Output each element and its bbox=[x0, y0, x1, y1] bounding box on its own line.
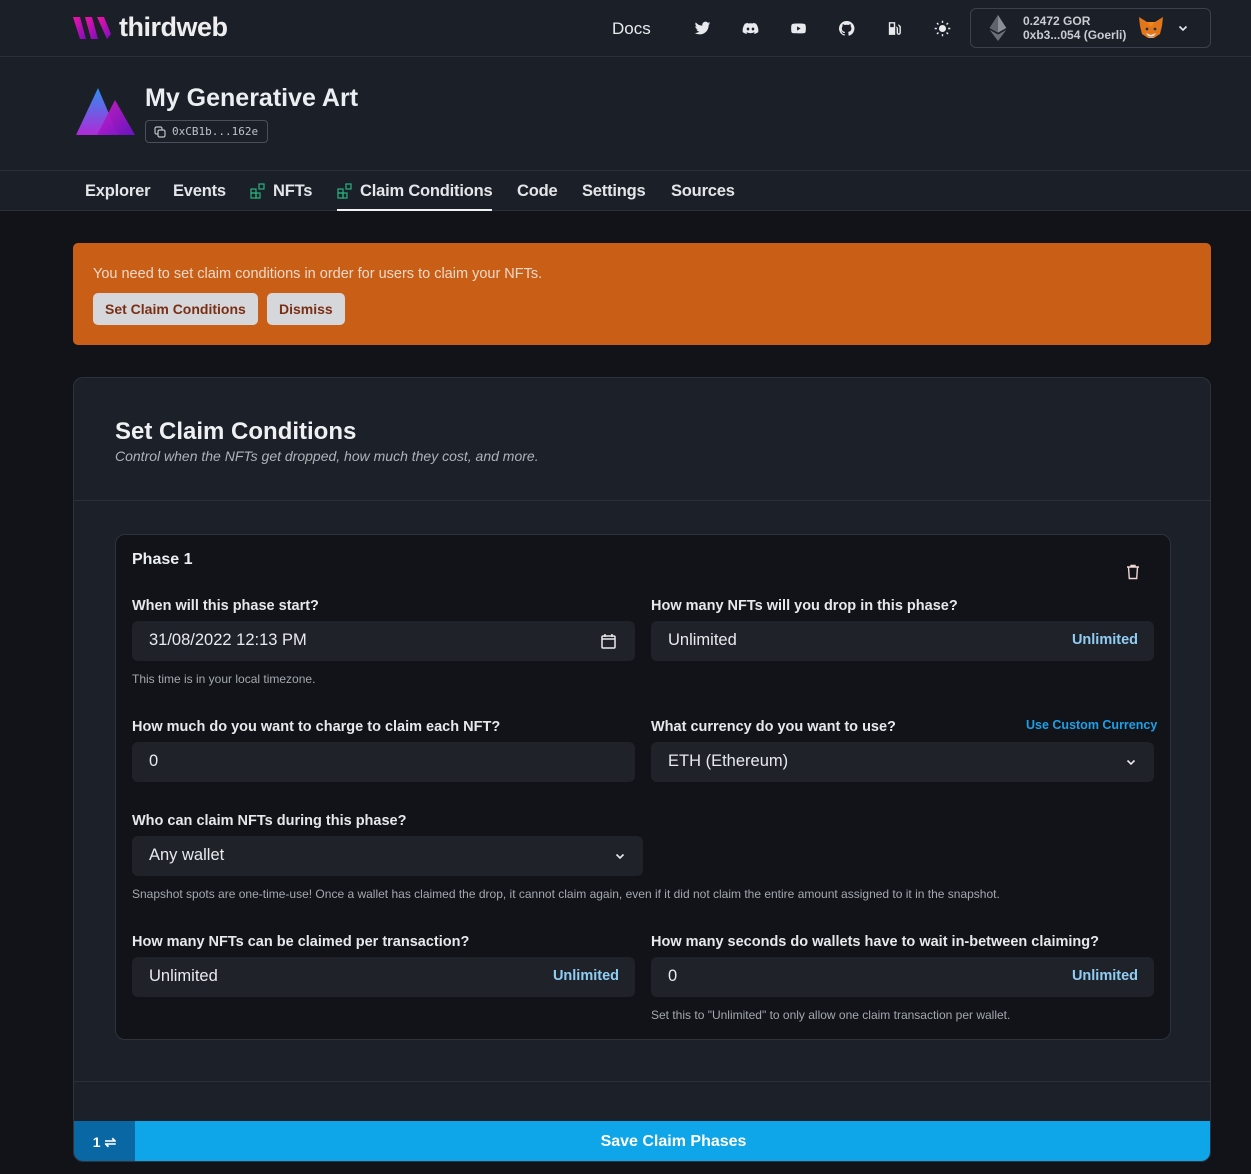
price-input[interactable]: 0 bbox=[132, 742, 635, 782]
tab-sources[interactable]: Sources bbox=[671, 171, 735, 211]
contract-name: My Generative Art bbox=[145, 84, 359, 112]
claim-conditions-alert: You need to set claim conditions in orde… bbox=[73, 243, 1211, 345]
phase-card: Phase 1 When will this phase start? 31/0… bbox=[115, 534, 1171, 1040]
tab-label: Settings bbox=[582, 181, 646, 200]
thirdweb-logo[interactable]: thirdweb bbox=[73, 12, 228, 43]
alert-message: You need to set claim conditions in orde… bbox=[93, 266, 543, 282]
header-links: Docs bbox=[612, 0, 967, 57]
divider bbox=[74, 500, 1210, 501]
save-claim-phases-button[interactable]: Save Claim Phases bbox=[135, 1121, 1210, 1161]
per-transaction-label: How many NFTs can be claimed per transac… bbox=[132, 934, 470, 950]
tab-code[interactable]: Code bbox=[517, 171, 558, 211]
per-transaction-value: Unlimited bbox=[149, 967, 218, 985]
price-label: How much do you want to charge to claim … bbox=[132, 719, 501, 735]
start-date-label: When will this phase start? bbox=[132, 598, 319, 614]
calendar-icon[interactable] bbox=[601, 633, 616, 649]
phase-title: Phase 1 bbox=[132, 551, 193, 568]
tab-events[interactable]: Events bbox=[173, 171, 226, 211]
currency-label: What currency do you want to use? bbox=[651, 719, 896, 735]
tab-settings[interactable]: Settings bbox=[582, 171, 646, 211]
start-date-input[interactable]: 31/08/2022 12:13 PM bbox=[132, 621, 635, 661]
snapshot-help: Snapshot spots are one-time-use! Once a … bbox=[132, 887, 1000, 901]
sun-icon bbox=[934, 20, 951, 37]
contract-tabs: Explorer Events NFTs Claim Conditions Co… bbox=[0, 170, 1251, 211]
chevron-down-icon bbox=[1179, 25, 1188, 32]
phase-count-badge[interactable]: 1 ⇌ bbox=[74, 1121, 135, 1161]
tab-label: Sources bbox=[671, 181, 735, 200]
youtube-link[interactable] bbox=[775, 14, 823, 44]
discord-icon bbox=[742, 22, 759, 35]
trash-icon bbox=[1127, 564, 1139, 580]
delete-phase-button[interactable] bbox=[1122, 561, 1144, 583]
gas-price-link[interactable] bbox=[871, 14, 919, 44]
tab-label: NFTs bbox=[273, 181, 313, 200]
unlimited-button[interactable]: Unlimited bbox=[553, 968, 619, 984]
section-title: Set Claim Conditions bbox=[115, 418, 357, 445]
tab-claim-conditions[interactable]: Claim Conditions bbox=[337, 171, 493, 211]
wait-seconds-label: How many seconds do wallets have to wait… bbox=[651, 934, 1099, 950]
unlimited-button[interactable]: Unlimited bbox=[1072, 632, 1138, 648]
wait-seconds-help: Set this to "Unlimited" to only allow on… bbox=[651, 1008, 1011, 1022]
copy-icon bbox=[154, 125, 166, 138]
youtube-icon bbox=[791, 23, 807, 34]
top-navbar: thirdweb Docs 0.2472 GOR 0xb3...054 (Goe… bbox=[0, 0, 1251, 57]
metamask-icon bbox=[1139, 17, 1164, 38]
tab-label: Events bbox=[173, 181, 226, 200]
drop-amount-label: How many NFTs will you drop in this phas… bbox=[651, 598, 958, 614]
extension-icon bbox=[250, 183, 265, 199]
claim-conditions-card: Set Claim Conditions Control when the NF… bbox=[73, 377, 1211, 1162]
wallet-balance: 0.2472 GOR bbox=[1023, 14, 1091, 28]
drop-amount-value: Unlimited bbox=[668, 631, 737, 649]
discord-link[interactable] bbox=[727, 14, 775, 44]
tab-label: Explorer bbox=[85, 181, 151, 200]
twitter-link[interactable] bbox=[679, 14, 727, 44]
tab-explorer[interactable]: Explorer bbox=[85, 171, 151, 211]
set-claim-conditions-button[interactable]: Set Claim Conditions bbox=[93, 293, 258, 325]
tab-nfts[interactable]: NFTs bbox=[250, 171, 312, 211]
contract-address: 0xCB1b...162e bbox=[172, 125, 259, 138]
ethereum-icon bbox=[989, 15, 1007, 41]
contract-header: My Generative Art 0xCB1b...162e bbox=[0, 57, 1251, 170]
contract-image bbox=[76, 88, 135, 135]
who-can-claim-select[interactable]: Any wallet bbox=[132, 836, 643, 876]
twitter-icon bbox=[694, 21, 711, 35]
brand-name: thirdweb bbox=[119, 12, 228, 42]
chevron-down-icon bbox=[615, 853, 625, 860]
currency-value: ETH (Ethereum) bbox=[668, 752, 789, 770]
save-bar: 1 ⇌ Save Claim Phases bbox=[74, 1121, 1210, 1161]
github-icon bbox=[839, 21, 855, 36]
divider bbox=[74, 1081, 1210, 1082]
use-custom-currency-link[interactable]: Use Custom Currency bbox=[1026, 718, 1157, 732]
tab-label: Code bbox=[517, 181, 558, 200]
docs-link[interactable]: Docs bbox=[612, 19, 651, 39]
start-date-help: This time is in your local timezone. bbox=[132, 672, 316, 686]
gas-pump-icon bbox=[889, 22, 902, 35]
github-link[interactable] bbox=[823, 14, 871, 44]
tab-label: Claim Conditions bbox=[360, 181, 493, 200]
wallet-info: 0.2472 GOR 0xb3...054 (Goerli) bbox=[1023, 14, 1126, 42]
phase-count: 1 bbox=[92, 1134, 101, 1150]
theme-toggle[interactable] bbox=[919, 14, 967, 44]
wallet-address: 0xb3...054 (Goerli) bbox=[1023, 28, 1127, 42]
per-transaction-input[interactable]: Unlimited Unlimited bbox=[132, 957, 635, 997]
start-date-value: 31/08/2022 12:13 PM bbox=[149, 631, 307, 649]
extension-icon bbox=[337, 183, 352, 199]
wait-seconds-input[interactable]: 0 Unlimited bbox=[651, 957, 1154, 997]
wait-seconds-value: 0 bbox=[668, 967, 678, 985]
thirdweb-logo-icon bbox=[73, 16, 111, 39]
who-can-claim-label: Who can claim NFTs during this phase? bbox=[132, 813, 407, 829]
wallet-button[interactable]: 0.2472 GOR 0xb3...054 (Goerli) bbox=[970, 8, 1211, 48]
who-can-claim-value: Any wallet bbox=[149, 846, 225, 864]
drop-amount-input[interactable]: Unlimited Unlimited bbox=[651, 621, 1154, 661]
dismiss-button[interactable]: Dismiss bbox=[267, 293, 345, 325]
section-subtitle: Control when the NFTs get dropped, how m… bbox=[115, 448, 539, 464]
unlimited-button[interactable]: Unlimited bbox=[1072, 968, 1138, 984]
transaction-icon: ⇌ bbox=[104, 1133, 117, 1150]
chevron-down-icon bbox=[1126, 759, 1136, 766]
copy-address-button[interactable]: 0xCB1b...162e bbox=[145, 120, 269, 143]
currency-select[interactable]: ETH (Ethereum) bbox=[651, 742, 1154, 782]
price-value: 0 bbox=[149, 752, 159, 770]
